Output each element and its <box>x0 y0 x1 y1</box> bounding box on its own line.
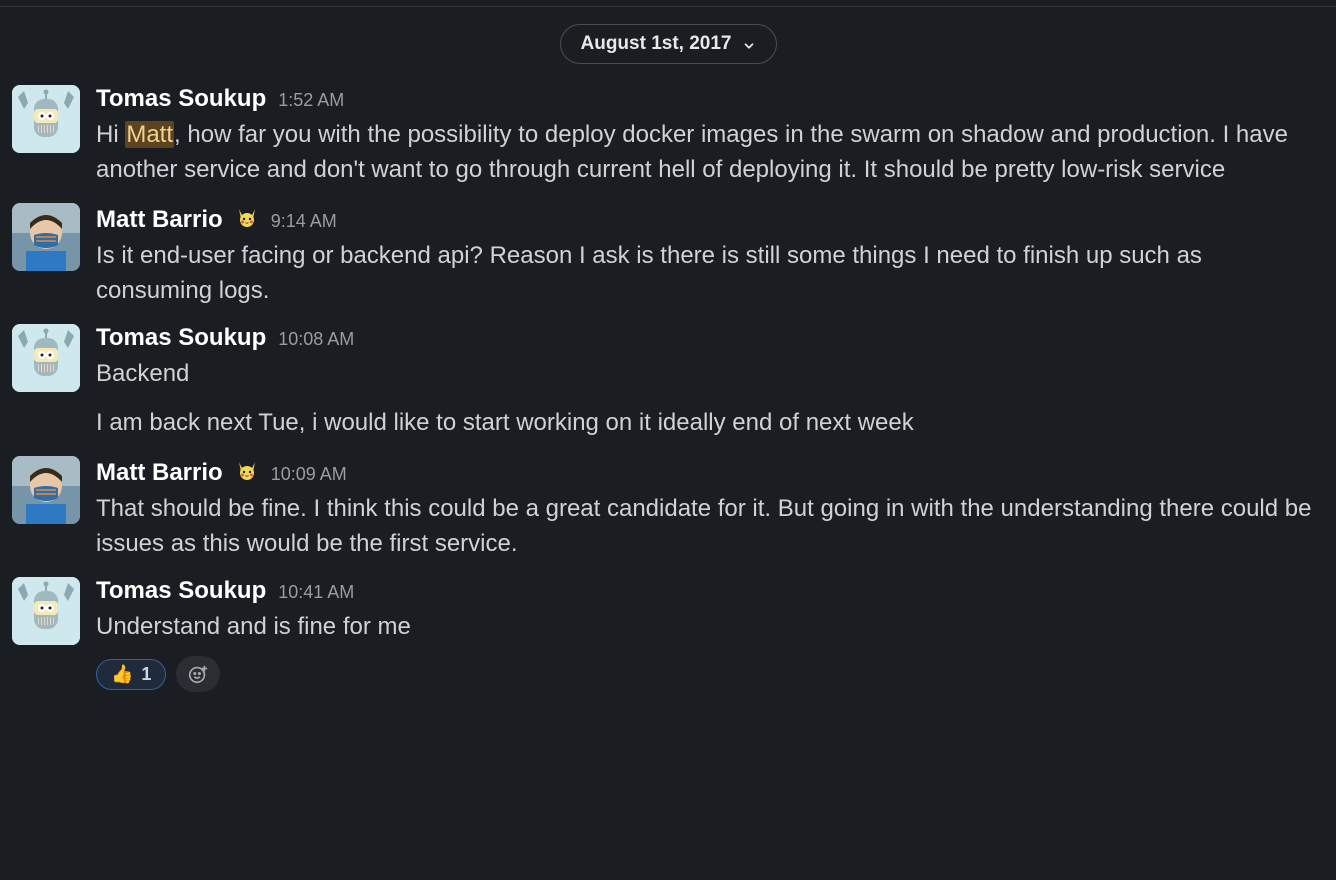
message-timestamp[interactable]: 9:14 AM <box>271 211 337 232</box>
avatar[interactable] <box>12 203 80 271</box>
message-header: Matt Barrio 10:09 AM <box>96 456 1324 487</box>
add-reaction-button[interactable] <box>176 656 220 692</box>
message-text: Hi Matt, how far you with the possibilit… <box>96 117 1324 187</box>
pikachu-icon <box>235 458 259 482</box>
message: Tomas Soukup 1:52 AM Hi Matt, how far you … <box>0 79 1336 197</box>
reaction-count: 1 <box>141 664 151 685</box>
reactions: 👍1 <box>96 656 1324 692</box>
message-text: Backend I am back next Tue, i would like … <box>96 356 1324 440</box>
avatar[interactable] <box>12 85 80 153</box>
message-body: Tomas Soukup 1:52 AM Hi Matt, how far you … <box>96 85 1324 187</box>
date-divider-pill[interactable]: August 1st, 2017 <box>560 24 777 64</box>
add-emoji-icon <box>187 663 209 685</box>
avatar[interactable] <box>12 456 80 524</box>
avatar[interactable] <box>12 577 80 645</box>
message-timestamp[interactable]: 10:09 AM <box>271 464 347 485</box>
message: Matt Barrio 9:14 AM Is it end-user facing… <box>0 197 1336 318</box>
message-header: Tomas Soukup 10:08 AM <box>96 324 1324 352</box>
avatar[interactable] <box>12 324 80 392</box>
message-paragraph: Backend <box>96 356 1324 391</box>
reaction-thumbs-up[interactable]: 👍1 <box>96 659 166 690</box>
pikachu-icon <box>235 205 259 229</box>
message-paragraph: Hi Matt, how far you with the possibilit… <box>96 117 1324 187</box>
message: Tomas Soukup 10:41 AM Understand and is fi… <box>0 571 1336 702</box>
message-author[interactable]: Tomas Soukup <box>96 577 266 605</box>
message-paragraph: I am back next Tue, i would like to star… <box>96 405 1324 440</box>
message-timestamp[interactable]: 1:52 AM <box>278 90 344 111</box>
message-text: That should be fine. I think this could … <box>96 491 1324 561</box>
message-text: Understand and is fine for me <box>96 609 1324 644</box>
message-body: Matt Barrio 10:09 AM That should be fine.… <box>96 456 1324 561</box>
message-author[interactable]: Matt Barrio <box>96 459 223 487</box>
avatar-matt-icon <box>12 456 80 524</box>
message-timestamp[interactable]: 10:41 AM <box>278 582 354 603</box>
message: Matt Barrio 10:09 AM That should be fine.… <box>0 450 1336 571</box>
message-header: Tomas Soukup 1:52 AM <box>96 85 1324 113</box>
message-header: Tomas Soukup 10:41 AM <box>96 577 1324 605</box>
message-text: Is it end-user facing or backend api? Re… <box>96 238 1324 308</box>
message-paragraph: Is it end-user facing or backend api? Re… <box>96 238 1324 308</box>
message-author[interactable]: Tomas Soukup <box>96 324 266 352</box>
message-paragraph: Understand and is fine for me <box>96 609 1324 644</box>
avatar-bender-icon <box>12 85 80 153</box>
message-header: Matt Barrio 9:14 AM <box>96 203 1324 234</box>
message-paragraph: That should be fine. I think this could … <box>96 491 1324 561</box>
avatar-matt-icon <box>12 203 80 271</box>
pikachu-icon <box>235 458 259 486</box>
message-author[interactable]: Matt Barrio <box>96 206 223 234</box>
chevron-down-icon <box>742 37 756 51</box>
message-list: Tomas Soukup 1:52 AM Hi Matt, how far you … <box>0 7 1336 702</box>
message-author[interactable]: Tomas Soukup <box>96 85 266 113</box>
avatar-bender-icon <box>12 324 80 392</box>
message: Tomas Soukup 10:08 AM Backend I am back nex… <box>0 318 1336 450</box>
message-body: Matt Barrio 9:14 AM Is it end-user facing… <box>96 203 1324 308</box>
thumbs-up-icon: 👍 <box>111 664 133 685</box>
message-timestamp[interactable]: 10:08 AM <box>278 329 354 350</box>
search-highlight: Matt <box>125 121 174 148</box>
message-body: Tomas Soukup 10:41 AM Understand and is fi… <box>96 577 1324 692</box>
avatar-bender-icon <box>12 577 80 645</box>
pikachu-icon <box>235 205 259 233</box>
message-body: Tomas Soukup 10:08 AM Backend I am back nex… <box>96 324 1324 440</box>
date-divider-label: August 1st, 2017 <box>581 33 732 55</box>
